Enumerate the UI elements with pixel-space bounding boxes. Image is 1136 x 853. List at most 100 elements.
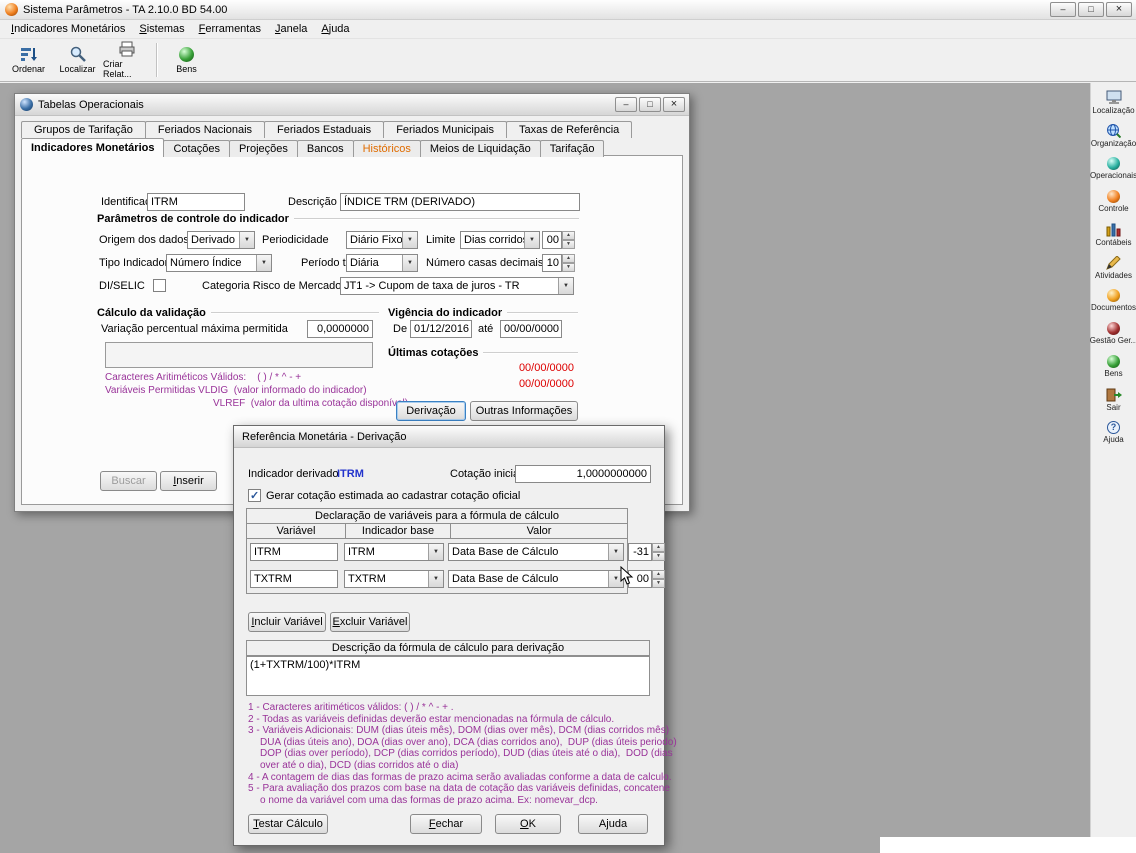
- cotacao-inicial-input[interactable]: 1,0000000000: [515, 465, 651, 483]
- excluir-variavel-button[interactable]: Excluir Variável: [330, 612, 410, 632]
- limite-select[interactable]: Dias corridos: [460, 231, 540, 249]
- sidebar-item-documentos[interactable]: Documentos: [1091, 284, 1136, 317]
- sidebar-item-ajuda[interactable]: Ajuda: [1091, 416, 1136, 449]
- dropdown-arrow-icon[interactable]: [402, 232, 417, 248]
- dropdown-arrow-icon[interactable]: [428, 544, 443, 560]
- categoria-risco-select[interactable]: JT1 -> Cupom de taxa de juros - TR: [340, 277, 574, 295]
- formula-textarea[interactable]: (1+TXTRM/100)*ITRM: [246, 656, 650, 696]
- tab-bancos[interactable]: Bancos: [296, 140, 354, 157]
- menu-indicadores-monetarios[interactable]: Indicadores Monetários: [4, 21, 132, 37]
- identificacao-input[interactable]: ITRM: [147, 193, 245, 211]
- toolbar-localizar-label: Localizar: [59, 64, 96, 74]
- menu-janela[interactable]: Janela: [268, 21, 314, 37]
- origem-dados-select[interactable]: Derivado: [187, 231, 255, 249]
- casas-decimais-spinner[interactable]: 10: [542, 254, 575, 272]
- incluir-variavel-button[interactable]: Incluir Variável: [248, 612, 326, 632]
- spin-up-icon[interactable]: [652, 570, 665, 579]
- dropdown-arrow-icon[interactable]: [256, 255, 271, 271]
- sidebar-item-bens[interactable]: Bens: [1091, 350, 1136, 383]
- close-button[interactable]: [1106, 2, 1132, 17]
- vigencia-de-input[interactable]: 01/12/2016: [410, 320, 472, 338]
- dropdown-arrow-icon[interactable]: [428, 571, 443, 587]
- app-title: Sistema Parâmetros - TA 2.10.0 BD 54.00: [23, 3, 228, 16]
- spin-down-icon[interactable]: [652, 552, 665, 561]
- descricao-input[interactable]: ÍNDICE TRM (DERIVADO): [340, 193, 580, 211]
- limite-spinner[interactable]: 00: [542, 231, 575, 249]
- toolbar-criar-relatorio-button[interactable]: Criar Relat...: [103, 41, 150, 80]
- dropdown-arrow-icon[interactable]: [608, 544, 623, 560]
- validacao-formula-memo[interactable]: [105, 342, 373, 368]
- variavel-input-row2[interactable]: TXTRM: [250, 570, 338, 588]
- tipo-indicador-select[interactable]: Número Índice: [166, 254, 272, 272]
- sort-icon: [20, 48, 37, 61]
- spin-down-icon[interactable]: [562, 240, 575, 249]
- sidebar-item-controle[interactable]: Controle: [1091, 185, 1136, 218]
- sidebar-item-localizacao[interactable]: Localização: [1091, 86, 1136, 119]
- col-valor: Valor: [450, 523, 628, 539]
- tab-feriados-nacionais[interactable]: Feriados Nacionais: [144, 121, 266, 138]
- periodo-taxa-select[interactable]: Diária: [346, 254, 418, 272]
- restore-button[interactable]: [1078, 2, 1104, 17]
- ok-button[interactable]: OK: [495, 814, 561, 834]
- buscar-button[interactable]: Buscar: [100, 471, 157, 491]
- tabelas-close-button[interactable]: [663, 97, 685, 112]
- menu-ajuda[interactable]: Ajuda: [314, 21, 356, 37]
- tab-indicadores-monetarios[interactable]: Indicadores Monetários: [21, 138, 165, 157]
- valor-select-row2[interactable]: Data Base de Cálculo: [448, 570, 624, 588]
- tab-feriados-municipais[interactable]: Feriados Municipais: [383, 121, 508, 138]
- toolbar-localizar-button[interactable]: Localizar: [54, 41, 101, 80]
- tabelas-maximize-button[interactable]: [639, 97, 661, 112]
- sidebar-item-gestao[interactable]: Gestão Ger...: [1090, 317, 1136, 350]
- sidebar-item-organizacao[interactable]: Organização: [1091, 119, 1136, 152]
- dropdown-arrow-icon[interactable]: [239, 232, 254, 248]
- vigencia-ate-input[interactable]: 00/00/0000: [500, 320, 562, 338]
- spin-down-icon[interactable]: [562, 263, 575, 272]
- tab-grupos-de-tarifacao[interactable]: Grupos de Tarifação: [21, 121, 146, 138]
- menu-ferramentas[interactable]: Ferramentas: [192, 21, 268, 37]
- tab-historicos[interactable]: Históricos: [352, 140, 421, 157]
- tabelas-minimize-button[interactable]: [615, 97, 637, 112]
- valor-select-row1[interactable]: Data Base de Cálculo: [448, 543, 624, 561]
- spin-up-icon[interactable]: [562, 254, 575, 263]
- tab-tarifacao[interactable]: Tarifação: [539, 140, 605, 157]
- ajuda-button[interactable]: Ajuda: [578, 814, 648, 834]
- validacao-hint-1: Caracteres Aritiméticos Válidos: ( ) / *…: [105, 372, 302, 383]
- menu-sistemas[interactable]: Sistemas: [132, 21, 191, 37]
- spin-down-icon[interactable]: [652, 579, 665, 588]
- derivacao-button[interactable]: Derivação: [396, 401, 466, 421]
- toolbar-ordenar-button[interactable]: Ordenar: [5, 41, 52, 80]
- toolbar-bens-button[interactable]: Bens: [163, 41, 210, 80]
- periodicidade-select[interactable]: Diário Fixo: [346, 231, 418, 249]
- indicador-base-select-row2[interactable]: TXTRM: [344, 570, 444, 588]
- variavel-input-row1[interactable]: ITRM: [250, 543, 338, 561]
- management-ball-icon: [1107, 322, 1120, 335]
- dialog-note-3d: over até o dia), DCD (dias corridos até …: [260, 760, 459, 771]
- diselic-checkbox[interactable]: [153, 279, 166, 292]
- testar-calculo-button[interactable]: Testar Cálculo: [248, 814, 328, 834]
- spin-up-icon[interactable]: [562, 231, 575, 240]
- fechar-button[interactable]: Fechar: [410, 814, 482, 834]
- origem-dados-label: Origem dos dados: [99, 234, 189, 246]
- variacao-input[interactable]: 0,0000000: [307, 320, 373, 338]
- indicador-base-select-row1[interactable]: ITRM: [344, 543, 444, 561]
- dropdown-arrow-icon[interactable]: [402, 255, 417, 271]
- tab-cotacoes[interactable]: Cotações: [163, 140, 230, 157]
- tab-feriados-estaduais[interactable]: Feriados Estaduais: [264, 121, 385, 138]
- sidebar-item-operacionais[interactable]: Operacionais: [1090, 152, 1136, 185]
- tab-meios-de-liquidacao[interactable]: Meios de Liquidação: [419, 140, 541, 157]
- dialog-note-3b: DUA (dias úteis ano), DOA (dias over ano…: [260, 737, 677, 748]
- gerar-cotacao-checkbox[interactable]: [248, 489, 261, 502]
- sidebar-item-atividades[interactable]: Atividades: [1091, 251, 1136, 284]
- sidebar-item-label: Localização: [1092, 106, 1135, 115]
- dias-spinner-row1[interactable]: -31: [628, 543, 665, 561]
- minimize-button[interactable]: [1050, 2, 1076, 17]
- tab-projecoes[interactable]: Projeções: [228, 140, 298, 157]
- outras-informacoes-button[interactable]: Outras Informações: [470, 401, 578, 421]
- sidebar-item-contabeis[interactable]: Contábeis: [1091, 218, 1136, 251]
- spin-up-icon[interactable]: [652, 543, 665, 552]
- inserir-button[interactable]: Inserir: [160, 471, 217, 491]
- sidebar-item-sair[interactable]: Sair: [1091, 383, 1136, 416]
- tab-taxas-de-referencia[interactable]: Taxas de Referência: [506, 121, 633, 138]
- dropdown-arrow-icon[interactable]: [524, 232, 539, 248]
- dropdown-arrow-icon[interactable]: [558, 278, 573, 294]
